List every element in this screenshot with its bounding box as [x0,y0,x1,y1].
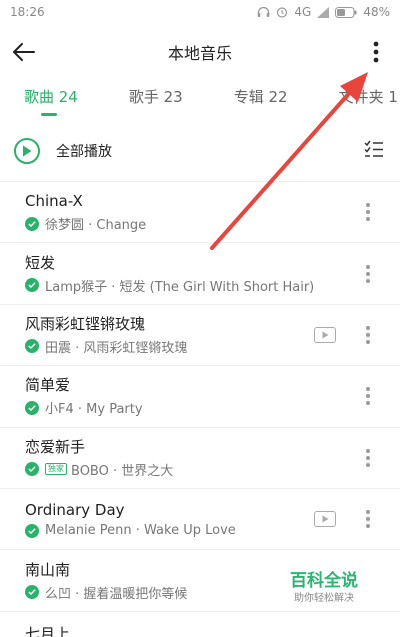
list-item[interactable]: China-X 徐梦圆 · Change [0,182,400,244]
play-all-row[interactable]: 全部播放 [0,120,400,182]
song-title: Ordinary Day [25,501,125,520]
downloaded-check-icon [25,585,39,600]
song-title: 恋爱新手 [25,437,86,456]
network-label: 4G [294,5,312,19]
song-subtitle: 徐梦圆 · Change [45,218,147,234]
active-tab-indicator [41,113,57,116]
downloaded-check-icon [25,278,39,293]
alarm-icon [277,7,288,18]
song-title: 七月上 [25,624,71,637]
more-dots-icon[interactable] [358,510,378,529]
more-dots-icon[interactable] [358,264,378,283]
exclusive-badge: 独家 [45,463,67,476]
song-list: China-X 徐梦圆 · Change 短发 Lamp猴子 · 短发 (The… [0,182,400,637]
song-subtitle: Melanie Penn · Wake Up Love [45,523,236,539]
tab-folders[interactable]: 文件夹 1 [339,80,398,107]
song-title: 短发 [25,253,56,272]
play-all-label[interactable]: 全部播放 [56,141,364,161]
tab-artists[interactable]: 歌手 23 [129,80,183,107]
more-dots-icon[interactable] [358,387,378,406]
status-icons: 4G 48% [257,5,390,19]
battery-level: 48% [363,5,390,19]
back-arrow-icon[interactable] [10,38,38,66]
watermark-subtitle: 助你轻松解决 [294,593,354,604]
song-title: 风雨彩虹铿锵玫瑰 [25,314,146,333]
tab-bar: 歌曲 24 歌手 23 专辑 22 文件夹 1 [0,80,400,120]
watermark-logo: 百科全说 助你轻松解决 [282,570,366,606]
song-subtitle: 么凹 · 握着温暖把你等候 [45,586,188,602]
list-item[interactable]: 风雨彩虹铿锵玫瑰 田震 · 风雨彩虹铿锵玫瑰 [0,305,400,367]
more-vertical-icon[interactable] [362,38,390,66]
multi-select-list-icon[interactable] [364,140,384,162]
list-item[interactable]: 简单爱 小F4 · My Party [0,366,400,428]
more-dots-icon[interactable] [358,325,378,344]
tab-albums[interactable]: 专辑 22 [234,80,288,107]
song-subtitle: 田震 · 风雨彩虹铿锵玫瑰 [45,340,188,356]
headphones-icon [258,6,270,17]
downloaded-check-icon [25,216,39,231]
mv-video-icon[interactable] [314,511,336,528]
battery-icon [335,6,357,18]
song-subtitle: BOBO · 世界之大 [71,463,174,479]
tab-songs[interactable]: 歌曲 24 [24,80,78,107]
signal-icon [317,6,330,18]
downloaded-check-icon [25,400,39,415]
list-item[interactable]: 恋爱新手 独家 BOBO · 世界之大 [0,428,400,489]
more-dots-icon[interactable] [358,448,378,467]
watermark-title: 百科全说 [290,571,358,591]
mv-video-icon[interactable] [314,326,336,343]
page-title: 本地音乐 [167,44,232,63]
top-bar: 本地音乐 [0,24,400,80]
downloaded-check-icon [25,339,39,354]
status-bar: 18:26 4G 48% [0,0,400,24]
list-item[interactable]: 七月上 [0,612,400,637]
downloaded-check-icon [25,462,39,477]
more-dots-icon[interactable] [358,203,378,222]
song-title: 简单爱 [25,376,71,395]
downloaded-check-icon [25,523,39,538]
song-subtitle: Lamp猴子 · 短发 (The Girl With Short Hair) [45,279,315,295]
song-subtitle: 小F4 · My Party [45,402,143,418]
list-item[interactable]: 短发 Lamp猴子 · 短发 (The Girl With Short Hair… [0,243,400,305]
song-title: China-X [25,192,83,211]
status-time: 18:26 [10,5,45,19]
list-item[interactable]: Ordinary Day Melanie Penn · Wake Up Love [0,489,400,551]
play-circle-icon[interactable] [14,137,40,164]
